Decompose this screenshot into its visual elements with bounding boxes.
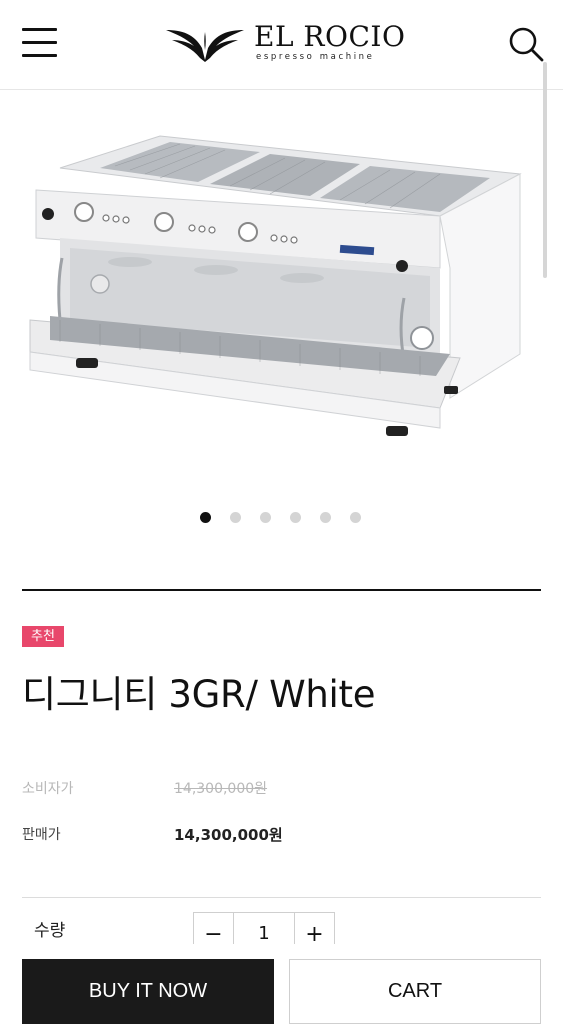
purchase-action-bar: BUY IT NOW CART	[0, 944, 563, 1024]
wing-logo-icon	[166, 28, 244, 62]
sale-price-label: 판매가	[22, 827, 61, 843]
quantity-value[interactable]: 1	[234, 913, 294, 944]
quantity-label: 수량	[34, 921, 66, 941]
add-to-cart-button[interactable]: CART	[289, 959, 541, 1024]
decrement-button[interactable]: −	[193, 913, 234, 944]
recommended-badge: 추천	[22, 626, 64, 647]
product-title: 디그니티 3GR/ White	[22, 673, 376, 716]
search-icon[interactable]	[508, 26, 544, 64]
increment-button[interactable]: +	[294, 913, 335, 944]
site-header: EL ROCIO espresso machine	[0, 0, 563, 90]
pagination-dot-1[interactable]	[200, 512, 211, 523]
quantity-stepper: − 1 +	[193, 912, 335, 944]
option-divider	[22, 897, 541, 898]
hamburger-menu-icon[interactable]	[22, 28, 58, 58]
section-divider	[22, 589, 541, 591]
pagination-dot-4[interactable]	[290, 512, 301, 523]
pagination-dots	[200, 512, 361, 523]
buy-now-button[interactable]: BUY IT NOW	[22, 959, 274, 1024]
pagination-dot-5[interactable]	[320, 512, 331, 523]
brand-logo[interactable]: EL ROCIO espresso machine	[164, 20, 406, 68]
pagination-dot-3[interactable]	[260, 512, 271, 523]
sale-price-value: 14,300,000원	[174, 826, 283, 844]
pagination-dot-2[interactable]	[230, 512, 241, 523]
brand-name: EL ROCIO	[254, 20, 406, 53]
pagination-dot-6[interactable]	[350, 512, 361, 523]
consumer-price-value: 14,300,000원	[174, 781, 268, 797]
brand-tagline: espresso machine	[256, 52, 375, 62]
consumer-price-label: 소비자가	[22, 781, 74, 797]
product-gallery[interactable]	[0, 90, 563, 490]
product-image	[29, 135, 522, 436]
gallery-pagination	[0, 512, 563, 524]
